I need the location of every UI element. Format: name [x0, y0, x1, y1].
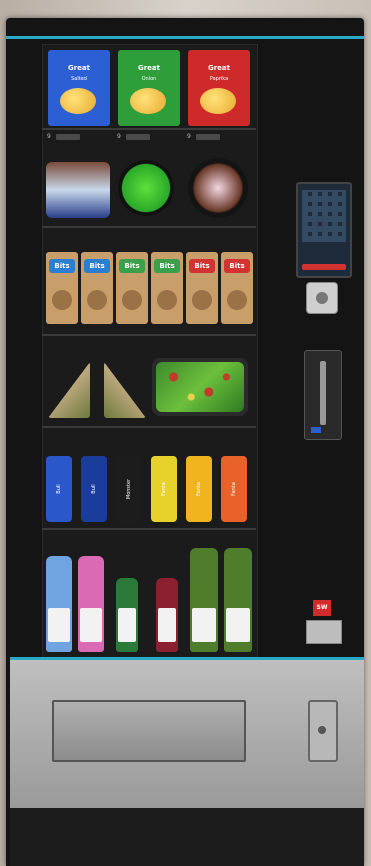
price-tag: 9	[187, 133, 220, 140]
bottle[interactable]	[78, 556, 104, 652]
card-reader-icon[interactable]	[306, 620, 342, 644]
bits-pack-window	[227, 290, 247, 310]
shelf-1	[42, 128, 256, 130]
shelf-2	[42, 226, 256, 228]
drink-can-label: Fanta	[231, 482, 237, 496]
bottle-label	[226, 608, 250, 642]
bits-pack-window	[52, 290, 72, 310]
note-indicator	[311, 427, 321, 433]
price-tag: 9	[47, 133, 80, 140]
drink-can-label: Fanta	[161, 482, 167, 496]
screen-menu-grid	[302, 190, 346, 242]
coin-slot-icon[interactable]	[306, 282, 338, 314]
drink-can-label: Fanta	[196, 482, 202, 496]
drink-can[interactable]: Fanta	[186, 456, 212, 522]
bottle-label	[80, 608, 102, 642]
green-dessert[interactable]	[118, 160, 174, 216]
price-tag-label: 9	[117, 133, 121, 140]
chips-flavor-label: Paprika	[209, 76, 229, 82]
bottle-label	[118, 608, 136, 642]
chips-brand-label: Great	[67, 64, 90, 72]
drink-can[interactable]: Bull	[46, 456, 72, 522]
drink-can-label: Bull	[91, 484, 97, 494]
bottle-label	[192, 608, 216, 642]
bottle[interactable]	[116, 578, 138, 652]
screen-bar	[302, 264, 346, 270]
drink-can[interactable]: Fanta	[151, 456, 177, 522]
chips-brand-label: Great	[137, 64, 160, 72]
bits-pack-window	[192, 290, 212, 310]
bits-pack-window	[87, 290, 107, 310]
bits-pack[interactable]: Bits	[151, 252, 183, 324]
chips-bag-salted[interactable]: Great Salted	[48, 50, 110, 126]
brand-logo: SW	[313, 600, 331, 616]
bits-pack[interactable]: Bits	[221, 252, 253, 324]
bits-pack-label: Bits	[194, 262, 210, 270]
lock-icon[interactable]	[308, 700, 338, 762]
bottle-label	[48, 608, 70, 642]
touch-screen[interactable]	[296, 182, 352, 278]
top-accent-strip	[6, 36, 364, 39]
drink-can-label: Monster	[126, 478, 132, 500]
chips-bag-paprika[interactable]: Great Paprika	[188, 50, 250, 126]
bits-pack-label: Bits	[124, 262, 140, 270]
chips-bag-onion[interactable]: Great Onion	[118, 50, 180, 126]
bits-pack-window	[122, 290, 142, 310]
chips-picture	[200, 88, 236, 114]
sprinkle-donut[interactable]	[188, 158, 248, 218]
price-tag-label: 9	[47, 133, 51, 140]
bits-pack-label: Bits	[229, 262, 245, 270]
bits-pack-label: Bits	[54, 262, 70, 270]
chips-picture	[60, 88, 96, 114]
bottle-label	[158, 608, 176, 642]
delivery-flap[interactable]	[52, 700, 246, 762]
drink-can[interactable]: Monster	[116, 456, 142, 522]
salad-picture	[156, 362, 244, 412]
machine-base	[10, 808, 364, 866]
note-acceptor-icon[interactable]	[304, 350, 342, 440]
bits-pack[interactable]: Bits	[116, 252, 148, 324]
bits-pack[interactable]: Bits	[186, 252, 218, 324]
bits-pack-window	[157, 290, 177, 310]
bottle[interactable]	[46, 556, 72, 652]
bottle[interactable]	[190, 548, 218, 652]
bits-pack-label: Bits	[89, 262, 105, 270]
bottle[interactable]	[224, 548, 252, 652]
bits-pack-label: Bits	[159, 262, 175, 270]
salad-box[interactable]	[152, 358, 248, 416]
drink-can[interactable]: Fanta	[221, 456, 247, 522]
drink-can-label: Bull	[56, 484, 62, 494]
bits-pack[interactable]: Bits	[46, 252, 78, 324]
shelf-5	[42, 528, 256, 530]
chips-picture	[130, 88, 166, 114]
yogurt-cup[interactable]	[46, 162, 110, 218]
chips-flavor-label: Salted	[71, 76, 87, 82]
bits-pack[interactable]: Bits	[81, 252, 113, 324]
chips-flavor-label: Onion	[141, 76, 157, 82]
price-tag-label: 9	[187, 133, 191, 140]
price-tag: 9	[117, 133, 150, 140]
shelf-4	[42, 426, 256, 428]
bottle[interactable]	[156, 578, 178, 652]
shelf-3	[42, 334, 256, 336]
drink-can[interactable]: Bull	[81, 456, 107, 522]
chips-brand-label: Great	[207, 64, 230, 72]
